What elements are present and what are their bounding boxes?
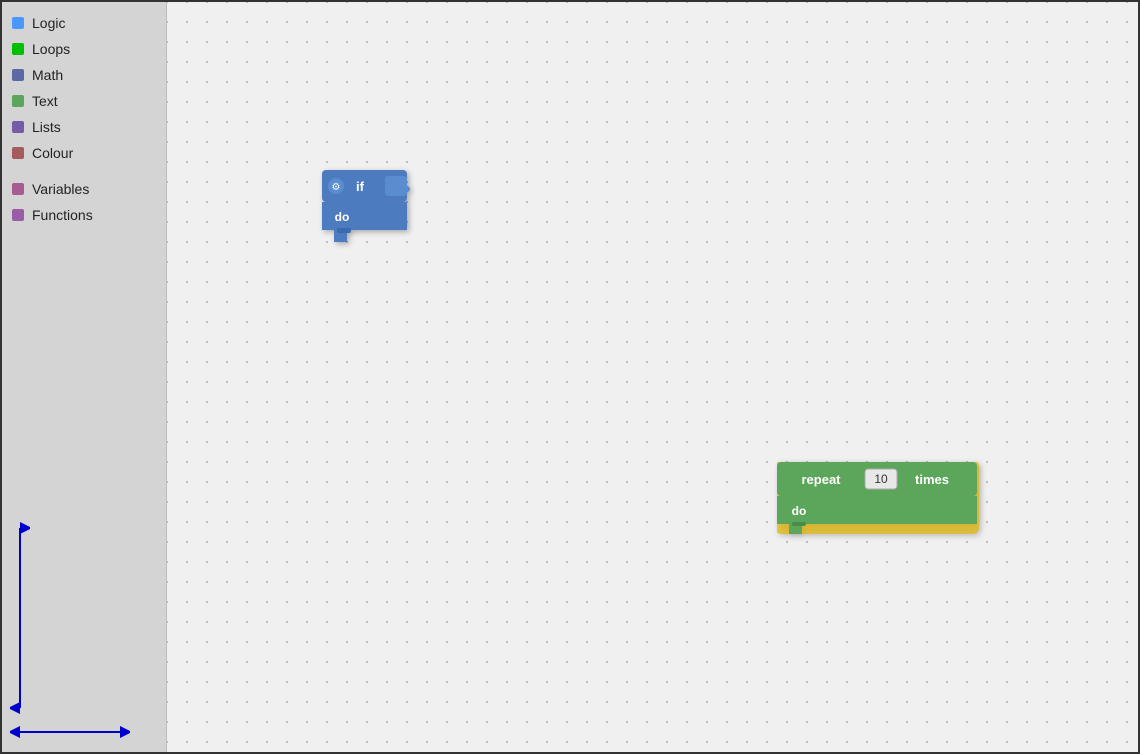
logic-color-dot <box>12 17 24 29</box>
sidebar-item-lists[interactable]: Lists <box>2 114 166 140</box>
sidebar-item-logic[interactable]: Logic <box>2 10 166 36</box>
arrows-container <box>10 518 130 742</box>
sidebar-item-math[interactable]: Math <box>2 62 166 88</box>
sidebar-label-variables: Variables <box>32 181 89 197</box>
sidebar-label-lists: Lists <box>32 119 61 135</box>
repeat-block-svg: 10 repeat times do <box>777 462 987 534</box>
sidebar-item-variables[interactable]: Variables <box>2 176 166 202</box>
variables-color-dot <box>12 183 24 195</box>
sidebar-item-text[interactable]: Text <box>2 88 166 114</box>
main-container: Logic Loops Math Text Lists Colour Varia… <box>0 0 1140 754</box>
lists-color-dot <box>12 121 24 133</box>
canvas-area[interactable]: ⚙ if do <box>167 2 1138 752</box>
sidebar-item-loops[interactable]: Loops <box>2 36 166 62</box>
sidebar-item-colour[interactable]: Colour <box>2 140 166 166</box>
sidebar-label-text: Text <box>32 93 58 109</box>
functions-color-dot <box>12 209 24 221</box>
if-block-svg: ⚙ if do <box>322 170 417 242</box>
loops-color-dot <box>12 43 24 55</box>
svg-text:times: times <box>915 472 949 487</box>
svg-text:repeat: repeat <box>801 472 841 487</box>
vertical-arrow-icon <box>10 518 30 718</box>
if-block[interactable]: ⚙ if do <box>322 170 417 247</box>
svg-text:10: 10 <box>874 472 888 486</box>
sidebar-item-functions[interactable]: Functions <box>2 202 166 228</box>
text-color-dot <box>12 95 24 107</box>
sidebar-label-loops: Loops <box>32 41 70 57</box>
svg-text:do: do <box>335 210 350 224</box>
svg-text:⚙: ⚙ <box>332 182 341 193</box>
repeat-block[interactable]: 10 repeat times do <box>777 462 987 539</box>
sidebar: Logic Loops Math Text Lists Colour Varia… <box>2 2 167 752</box>
svg-text:if: if <box>356 179 365 194</box>
sidebar-label-colour: Colour <box>32 145 73 161</box>
svg-text:do: do <box>792 504 807 518</box>
sidebar-label-logic: Logic <box>32 15 65 31</box>
horizontal-arrow-icon <box>10 722 130 742</box>
math-color-dot <box>12 69 24 81</box>
sidebar-label-math: Math <box>32 67 63 83</box>
sidebar-spacer <box>2 166 166 176</box>
colour-color-dot <box>12 147 24 159</box>
sidebar-label-functions: Functions <box>32 207 93 223</box>
